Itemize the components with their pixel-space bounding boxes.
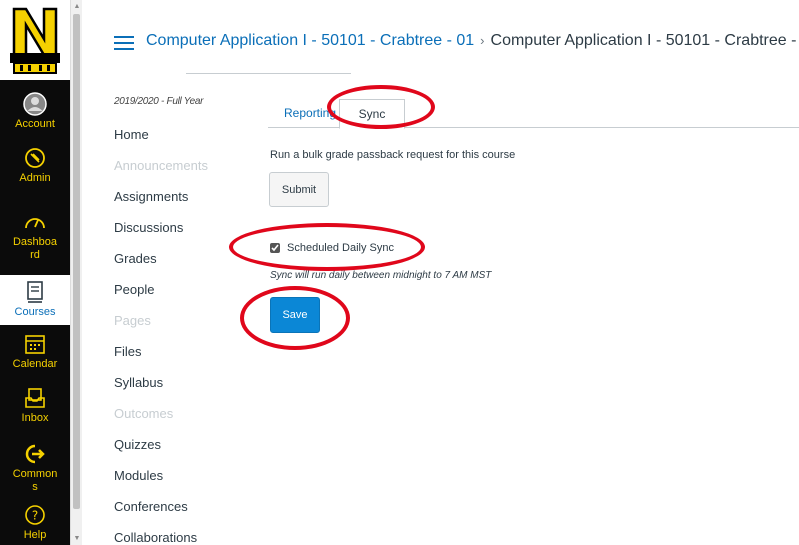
tab-sync[interactable]: Sync: [339, 99, 405, 129]
help-icon: ?: [23, 503, 47, 527]
header-divider: [186, 73, 351, 74]
breadcrumb-course-link[interactable]: Computer Application I - 50101 - Crabtre…: [146, 32, 474, 49]
course-nav-people[interactable]: People: [114, 282, 244, 313]
bulk-passback-description: Run a bulk grade passback request for th…: [270, 149, 516, 161]
nav-calendar[interactable]: Calendar: [0, 332, 70, 371]
nav-inbox[interactable]: Inbox: [0, 386, 70, 425]
inbox-icon: [23, 386, 47, 410]
course-nav-syllabus[interactable]: Syllabus: [114, 375, 244, 406]
nav-label: Account: [15, 118, 55, 130]
course-nav-assignments[interactable]: Assignments: [114, 189, 244, 220]
course-nav-home[interactable]: Home: [114, 127, 244, 158]
course-nav-pages: Pages: [114, 313, 151, 328]
scheduled-sync-option[interactable]: Scheduled Daily Sync: [270, 242, 394, 254]
sync-schedule-note: Sync will run daily between midnight to …: [270, 270, 492, 281]
course-nav-outcomes: Outcomes: [114, 406, 174, 421]
nav-label: Calendar: [12, 358, 58, 370]
page-header: Computer Application I - 50101 - Crabtre…: [82, 0, 799, 75]
course-nav-collaborations[interactable]: Collaborations: [114, 530, 244, 545]
nav-help[interactable]: ? Help: [0, 503, 70, 542]
nav-label: Help: [23, 529, 47, 541]
submit-button[interactable]: Submit: [269, 172, 329, 207]
save-button[interactable]: Save: [270, 297, 320, 333]
course-nav: 2019/2020 - Full Year Home Announcements…: [114, 96, 244, 545]
nav-label: Courses: [14, 306, 56, 318]
nav-account[interactable]: Account: [0, 92, 70, 131]
course-nav-grades[interactable]: Grades: [114, 251, 244, 282]
course-nav-files[interactable]: Files: [114, 344, 244, 375]
breadcrumb-current: Computer Application I - 50101 - Crabtre…: [490, 32, 799, 49]
breadcrumb-separator-icon: ›: [480, 33, 485, 48]
nav-dashboard[interactable]: Dashboa rd: [0, 210, 70, 262]
nav-commons[interactable]: Common s: [0, 442, 70, 494]
nav-label: Common s: [12, 468, 58, 493]
course-nav-quizzes[interactable]: Quizzes: [114, 437, 244, 468]
tab-reporting[interactable]: Reporting: [273, 99, 347, 129]
main-content: Reporting Sync Run a bulk grade passback…: [268, 95, 799, 545]
term-label: 2019/2020 - Full Year: [114, 96, 204, 107]
scheduled-sync-label: Scheduled Daily Sync: [287, 242, 395, 254]
course-nav-announcements: Announcements: [114, 158, 208, 173]
newton-hs-logo-icon: [10, 7, 60, 74]
nav-label: Dashboa rd: [12, 236, 58, 261]
nav-admin[interactable]: Admin: [0, 146, 70, 185]
calendar-icon: [23, 332, 47, 356]
shield-icon: [23, 146, 47, 170]
scheduled-sync-checkbox[interactable]: [270, 243, 280, 253]
nav-scrollbar[interactable]: ▲ ▼: [70, 0, 82, 545]
course-nav-conferences[interactable]: Conferences: [114, 499, 244, 530]
tab-bar: Reporting Sync: [268, 95, 799, 129]
global-nav: Account Admin Dashboa rd Courses Calenda…: [0, 0, 70, 545]
svg-text:?: ?: [32, 509, 38, 523]
commons-icon: [23, 442, 47, 466]
school-logo[interactable]: [0, 0, 70, 80]
course-nav-discussions[interactable]: Discussions: [114, 220, 244, 251]
nav-label: Inbox: [21, 412, 49, 424]
scroll-up-icon[interactable]: ▲: [73, 3, 81, 11]
nav-courses[interactable]: Courses: [0, 275, 70, 325]
dashboard-icon: [23, 210, 47, 234]
breadcrumb: Computer Application I - 50101 - Crabtre…: [146, 32, 799, 50]
book-icon: [23, 280, 47, 304]
nav-label: Admin: [19, 172, 51, 184]
course-nav-modules[interactable]: Modules: [114, 468, 244, 499]
user-icon: [23, 92, 47, 116]
scrollbar-thumb[interactable]: [73, 14, 80, 509]
scroll-down-icon[interactable]: ▼: [73, 535, 81, 543]
hamburger-menu-icon[interactable]: [114, 36, 134, 50]
